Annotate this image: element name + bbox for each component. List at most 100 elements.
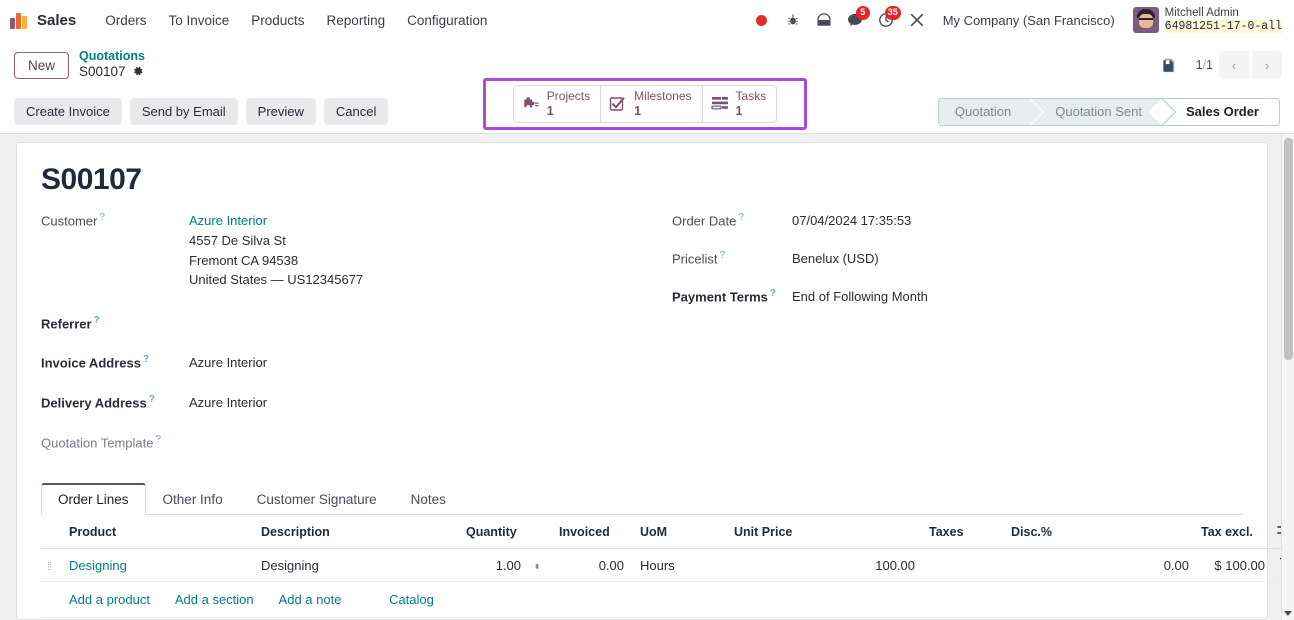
field-quotation-template-label-text: Quotation Template (41, 435, 154, 451)
catalog-link[interactable]: Catalog (389, 592, 434, 607)
scroll-down-arrow-icon[interactable] (1284, 611, 1292, 616)
header-uom[interactable]: UoM (630, 515, 728, 550)
help-icon[interactable]: ? (99, 212, 105, 223)
help-icon[interactable]: ? (720, 250, 726, 261)
field-quotation-template-label: Quotation Template? (41, 433, 189, 450)
create-invoice-button[interactable]: Create Invoice (14, 98, 122, 125)
help-icon[interactable]: ? (94, 315, 100, 326)
user-menu[interactable]: Mitchell Admin 64981251-17-0-all (1127, 5, 1286, 35)
clock-icon[interactable]: 35 (872, 6, 901, 34)
company-switcher[interactable]: My Company (San Francisco) (934, 9, 1124, 32)
attachment-icon[interactable] (1156, 51, 1184, 79)
field-delivery-address-label-text: Delivery Address (41, 395, 147, 411)
status-step-sales-order[interactable]: Sales Order (1162, 98, 1279, 125)
row-discount[interactable]: 0.00 (1005, 548, 1195, 583)
menu-products[interactable]: Products (240, 8, 315, 33)
scrollbar-thumb[interactable] (1284, 138, 1293, 360)
bug-icon[interactable] (779, 6, 807, 34)
chevron-left-icon[interactable]: ‹ (1219, 51, 1249, 79)
field-referrer-label: Referrer? (41, 314, 189, 331)
chevron-right-icon[interactable]: › (1252, 51, 1282, 79)
wrench-icon[interactable] (903, 6, 931, 34)
preview-button[interactable]: Preview (245, 98, 316, 125)
product-link[interactable]: Designing (69, 558, 127, 573)
form-view-area: S00107 Customer? Azure Interior 4557 De … (0, 134, 1294, 620)
status-step-quotation[interactable]: Quotation (938, 98, 1032, 125)
add-a-product-link[interactable]: Add a product (69, 592, 150, 607)
field-invoice-address-value[interactable]: Azure Interior (189, 353, 267, 373)
field-delivery-address-label: Delivery Address? (41, 393, 189, 410)
customer-country: United States — US12345677 (189, 272, 364, 288)
field-delivery-address-value[interactable]: Azure Interior (189, 393, 267, 413)
status-step-quotation-sent[interactable]: Quotation Sent (1031, 98, 1162, 125)
breadcrumb-parent[interactable]: Quotations (79, 49, 145, 65)
record-dot-icon[interactable] (748, 6, 776, 34)
menu-reporting[interactable]: Reporting (316, 8, 397, 33)
check-square-icon (609, 96, 627, 112)
help-icon[interactable]: ? (149, 394, 155, 405)
systray: 5 35 My Company (San Francisco) Mitchell… (748, 5, 1286, 35)
tab-customer-signature[interactable]: Customer Signature (240, 483, 394, 515)
cancel-button[interactable]: Cancel (323, 98, 389, 125)
field-payment-terms-value[interactable]: End of Following Month (792, 287, 928, 307)
form-column-left: Customer? Azure Interior 4557 De Silva S… (41, 211, 642, 461)
help-icon[interactable]: ? (738, 212, 744, 223)
field-delivery-address: Delivery Address? Azure Interior (41, 393, 642, 413)
field-pricelist-label: Pricelist? (672, 249, 792, 266)
vertical-scrollbar[interactable] (1281, 134, 1294, 620)
send-by-email-button[interactable]: Send by Email (129, 98, 238, 125)
header-description[interactable]: Description (255, 515, 460, 550)
row-product[interactable]: Designing (63, 548, 255, 583)
smart-button-tasks[interactable]: Tasks 1 (702, 85, 777, 123)
row-description[interactable]: Designing (255, 548, 460, 583)
field-pricelist-value[interactable]: Benelux (USD) (792, 249, 879, 269)
field-pricelist: Pricelist? Benelux (USD) (672, 249, 1243, 269)
phone-icon[interactable] (810, 6, 838, 34)
field-order-date-value[interactable]: 07/04/2024 17:35:53 (792, 211, 911, 231)
row-taxes[interactable] (921, 548, 1005, 583)
row-uom[interactable]: Hours (630, 548, 728, 583)
header-unit-price[interactable]: Unit Price (728, 515, 921, 550)
field-customer-label-text: Customer (41, 213, 98, 229)
header-quantity[interactable]: Quantity (460, 515, 527, 550)
header-discount[interactable]: Disc.% (1005, 515, 1195, 550)
header-product[interactable]: Product (63, 515, 255, 550)
pager-total: 1 (1206, 58, 1213, 72)
header-tax-excl[interactable]: Tax excl. (1195, 515, 1271, 550)
menu-configuration[interactable]: Configuration (396, 8, 498, 33)
menu-to-invoice[interactable]: To Invoice (157, 8, 240, 33)
tab-notes[interactable]: Notes (394, 483, 463, 515)
pager-current: 1 (1195, 58, 1203, 72)
tab-order-lines[interactable]: Order Lines (41, 483, 146, 516)
help-icon[interactable]: ? (156, 434, 162, 445)
help-icon[interactable]: ? (770, 288, 776, 299)
menu-orders[interactable]: Orders (94, 8, 157, 33)
new-button[interactable]: New (14, 51, 70, 79)
add-a-section-link[interactable]: Add a section (175, 592, 254, 607)
record-sheet: S00107 Customer? Azure Interior 4557 De … (16, 142, 1294, 620)
customer-link[interactable]: Azure Interior (189, 211, 363, 231)
drag-handle-icon[interactable]: ⁞⁞ (47, 561, 52, 573)
app-name[interactable]: Sales (37, 12, 76, 29)
field-referrer: Referrer? (41, 314, 642, 331)
tab-other-info[interactable]: Other Info (146, 483, 240, 515)
help-icon[interactable]: ? (143, 354, 149, 365)
form-column-right: Order Date? 07/04/2024 17:35:53 Pricelis… (642, 211, 1243, 461)
row-drag-handle[interactable]: ⁞⁞ (41, 548, 63, 583)
row-unit-price[interactable]: 100.00 (728, 548, 921, 583)
messages-icon[interactable]: 5 (841, 6, 870, 34)
row-quantity-indicator: ◖ (527, 548, 553, 583)
table-row[interactable]: ⁞⁞ Designing Designing 1.00 ◖ 0.00 Hours… (41, 548, 1294, 583)
smart-button-tasks-label: Tasks (735, 88, 767, 103)
smart-button-projects-label: Projects (546, 88, 591, 103)
smart-button-projects[interactable]: Projects 1 (513, 85, 602, 123)
header-taxes[interactable]: Taxes (921, 515, 1005, 550)
smart-button-milestones[interactable]: Milestones 1 (601, 85, 703, 123)
field-referrer-label-text: Referrer (41, 316, 92, 332)
gear-icon[interactable] (132, 65, 144, 81)
add-a-note-link[interactable]: Add a note (279, 592, 342, 607)
row-quantity[interactable]: 1.00 (460, 548, 527, 583)
odoo-logo-icon[interactable] (10, 11, 30, 29)
pager-text[interactable]: 1/1 (1196, 58, 1213, 72)
header-invoiced[interactable]: Invoiced (553, 515, 630, 550)
